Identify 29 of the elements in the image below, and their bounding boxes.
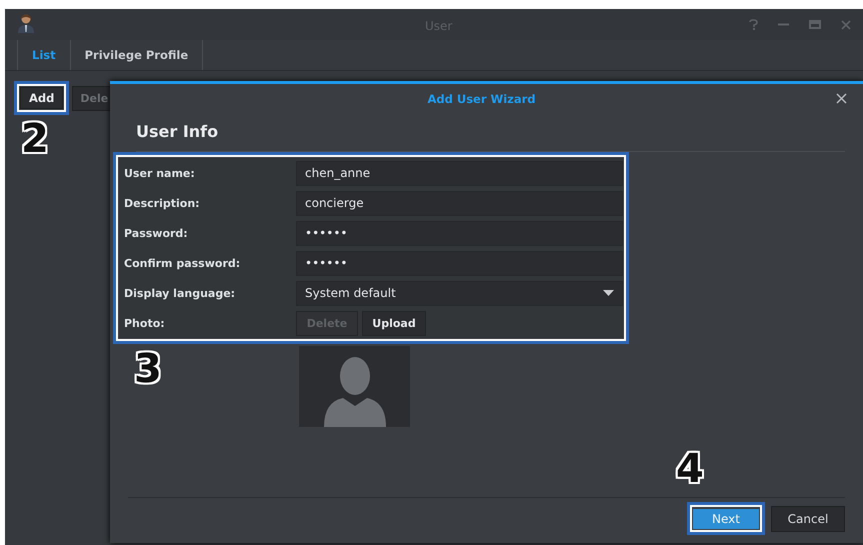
field-label: Password: [123,226,189,240]
maximize-icon[interactable] [809,20,821,29]
step-number: 4 [676,449,704,489]
tab[interactable]: List [17,40,70,70]
dialog-title: Add User Wizard [427,92,536,106]
field-label: Description: [123,196,201,210]
cancel-button[interactable]: Cancel [771,506,845,532]
user-avatar-icon [17,12,35,32]
input-field[interactable]: •••••• [296,220,623,246]
dropdown-arrow-icon [603,290,614,296]
minimize-icon[interactable] [778,23,789,26]
dropdown-field[interactable]: System default [296,280,623,306]
avatar-placeholder-icon [299,346,410,427]
input-field[interactable]: •••••• [296,250,623,276]
close-icon[interactable] [836,93,847,104]
section-heading: User Info [136,122,845,152]
input-field[interactable]: chen_anne [296,160,623,186]
input-field[interactable]: concierge [296,190,623,216]
field-label: Display language: [123,286,236,300]
add-button[interactable]: Add [20,87,64,109]
dropdown-value: System default [305,286,396,300]
step-number: 2 [21,119,49,159]
field-label: Confirm password: [123,256,242,270]
tab[interactable]: Privilege Profile [70,40,204,70]
field-label: Photo: [123,316,166,330]
upload-button[interactable]: Upload [362,310,426,336]
help-icon[interactable] [749,19,758,30]
field-label: User name: [123,166,196,180]
step-number: 3 [134,349,162,389]
